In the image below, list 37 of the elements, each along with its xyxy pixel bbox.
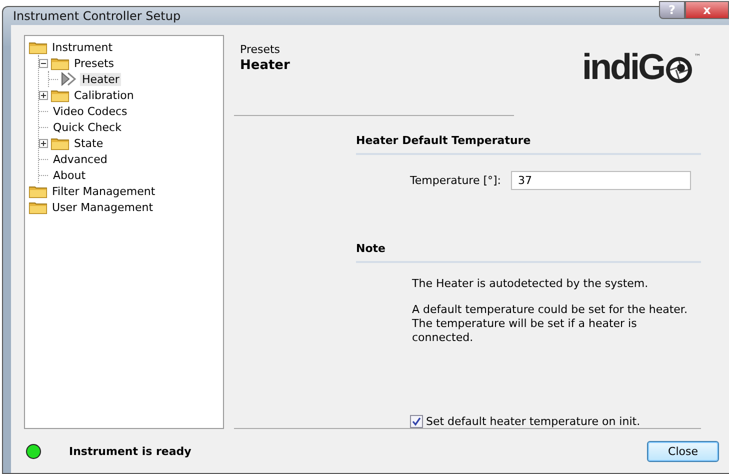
double-arrow-icon <box>61 72 77 86</box>
section-heading: Heater Default Temperature <box>356 134 701 155</box>
folder-icon <box>29 200 47 214</box>
expand-icon[interactable] <box>39 138 48 148</box>
folder-icon <box>29 40 47 54</box>
tree-item[interactable]: Filter Management <box>50 184 158 198</box>
folder-icon <box>51 56 69 70</box>
checkbox[interactable] <box>410 415 423 428</box>
page-title: Heater <box>240 58 290 73</box>
tree-item[interactable]: Presets <box>72 56 116 70</box>
section-heading: Note <box>356 242 701 263</box>
note-text: A default temperature could be set for the heater. The temperature will be set if a heater is connected. <box>412 303 688 345</box>
tree-item[interactable]: Heater <box>80 72 122 86</box>
tree-item[interactable]: Instrument <box>50 40 115 54</box>
close-dialog-button[interactable]: Close <box>647 440 719 462</box>
window-title: Instrument Controller Setup <box>13 9 181 23</box>
breadcrumb: Presets <box>240 43 282 56</box>
tree-item[interactable]: Advanced <box>51 152 110 166</box>
tree-item[interactable]: User Management <box>50 200 156 214</box>
tree-item[interactable]: About <box>51 168 88 182</box>
window-close-button[interactable]: x <box>685 1 729 19</box>
logo-wordmark: indiG <box>582 49 664 85</box>
aperture-icon <box>664 55 694 85</box>
tree-item[interactable]: State <box>72 136 106 150</box>
note-text: The Heater is autodetected by the system. <box>412 277 650 291</box>
status-text: Instrument is ready <box>69 444 192 458</box>
tree-item[interactable]: Video Codecs <box>51 104 130 118</box>
tree-item[interactable]: Quick Check <box>51 120 124 134</box>
temperature-field[interactable]: 37 <box>511 171 691 190</box>
checkbox-label: Set default heater temperature on init. <box>426 415 640 428</box>
folder-icon <box>29 184 47 198</box>
tree-item[interactable]: Calibration <box>72 88 136 102</box>
folder-icon <box>51 88 69 102</box>
field-label: Temperature [°]: <box>410 174 501 187</box>
expand-icon[interactable] <box>39 90 48 100</box>
folder-icon <box>51 136 69 150</box>
collapse-icon[interactable] <box>39 58 48 68</box>
